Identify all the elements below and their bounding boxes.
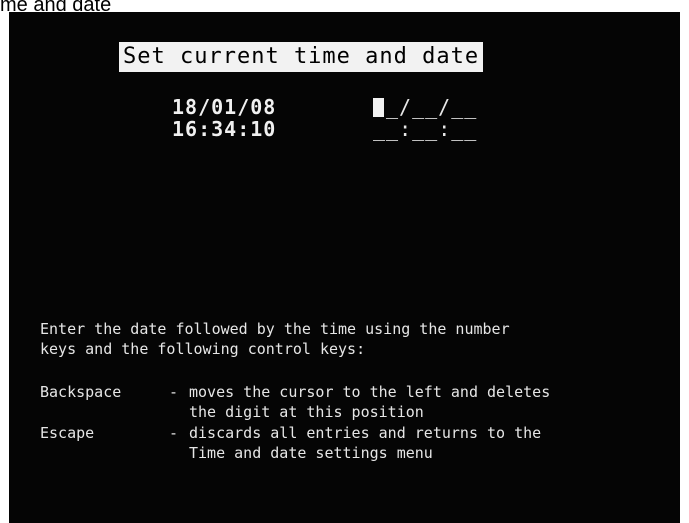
- page: me and date Set current time and date 18…: [0, 0, 689, 523]
- instruction-line-1: Enter the date followed by the time usin…: [40, 320, 510, 338]
- date-entry-field[interactable]: _/__/__: [373, 96, 477, 118]
- text-cursor: [373, 98, 384, 117]
- escape-dash: -: [169, 424, 179, 442]
- backspace-dash: -: [169, 383, 179, 401]
- current-time: 16:34:10: [172, 117, 277, 141]
- terminal-screen: Set current time and date 18/01/08 16:34…: [9, 12, 680, 523]
- escape-key-label: Escape: [40, 424, 95, 442]
- backspace-description-line-1: moves the cursor to the left and deletes: [189, 383, 551, 401]
- backspace-key-label: Backspace: [40, 383, 122, 401]
- escape-description-line-2: Time and date settings menu: [189, 444, 433, 462]
- instruction-line-2: keys and the following control keys:: [40, 340, 366, 358]
- backspace-description-line-2: the digit at this position: [189, 403, 424, 421]
- escape-description-line-1: discards all entries and returns to the: [189, 424, 542, 442]
- screen-title: Set current time and date: [119, 42, 484, 72]
- date-entry-placeholder: _/__/__: [386, 95, 478, 119]
- time-entry-field[interactable]: __:__:__: [373, 118, 477, 140]
- current-date: 18/01/08: [172, 95, 277, 119]
